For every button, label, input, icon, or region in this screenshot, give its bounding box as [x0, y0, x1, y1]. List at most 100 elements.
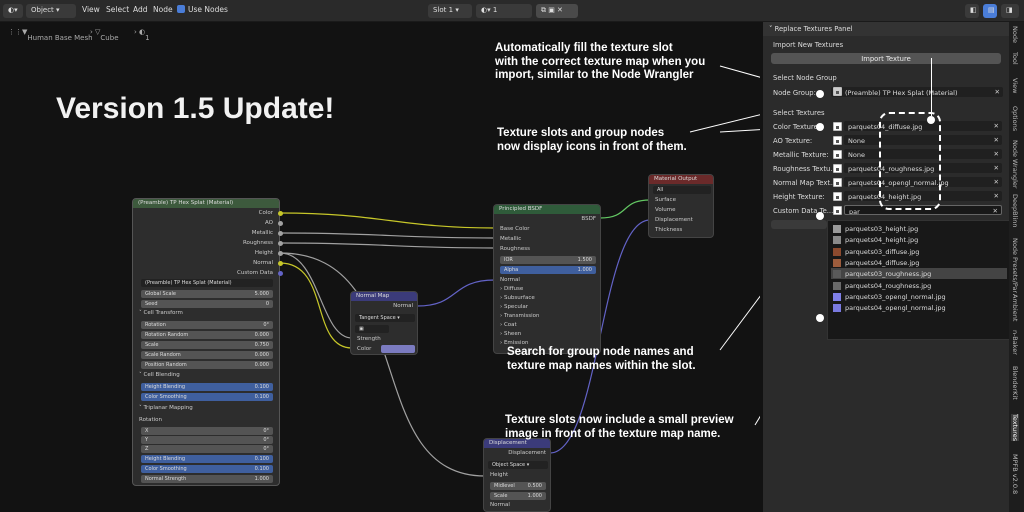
search-result-item[interactable]: parquets04_diffuse.jpg [831, 257, 1007, 268]
uv-map-field[interactable]: ▣ [355, 325, 389, 333]
seed-field[interactable]: Seed 0 [141, 300, 273, 308]
sidebar-tab[interactable]: Textures [1011, 414, 1019, 442]
mode-dropdown[interactable]: Object ▾ [26, 4, 76, 18]
panel-sheen[interactable]: › Sheen [500, 331, 521, 337]
use-nodes-toggle[interactable]: Use Nodes [177, 5, 228, 14]
clear-icon[interactable]: ✕ [993, 207, 998, 214]
sidebar-tab[interactable]: Tool [1011, 52, 1019, 65]
texture-preview-icon[interactable] [833, 206, 842, 215]
clear-icon[interactable]: ✕ [994, 164, 999, 172]
space-dropdown[interactable]: Tangent Space ▾ [355, 314, 415, 322]
panel-subsurface[interactable]: › Subsurface [500, 295, 535, 301]
alpha-field[interactable]: Alpha 1.000 [500, 266, 596, 274]
group-datablock[interactable]: (Preamble) TP Hex Splat (Material) [141, 279, 273, 287]
search-result-item[interactable]: parquets03_height.jpg [831, 223, 1007, 234]
socket[interactable] [278, 211, 283, 216]
menu-select[interactable]: Select [106, 5, 129, 14]
panel-diffuse[interactable]: › Diffuse [500, 286, 523, 292]
rotation-y-field[interactable]: Y 0° [141, 436, 273, 444]
global-scale-field[interactable]: Global Scale 5.000 [141, 290, 273, 298]
rotation-x-field[interactable]: X 0° [141, 427, 273, 435]
rotation-random-field[interactable]: Rotation Random 0.000 [141, 331, 273, 339]
socket[interactable] [278, 261, 283, 266]
scale-field[interactable]: Scale 1.000 [490, 492, 546, 500]
sidebar-tab[interactable]: Node Presets/Par [1011, 238, 1019, 293]
texture-preview-icon[interactable] [833, 150, 842, 159]
panel-coat[interactable]: › Coat [500, 322, 517, 328]
slot-dropdown[interactable]: Slot 1 ▾ [428, 4, 472, 18]
sidebar-tab[interactable]: MPFB v2.0.8 [1011, 454, 1019, 494]
sidebar-tab[interactable]: Node [1011, 26, 1019, 43]
socket[interactable] [278, 271, 283, 276]
material-dropdown[interactable]: ◐▾ 1 [476, 4, 532, 18]
sidebar-tab[interactable]: View [1011, 78, 1019, 93]
group-node-header[interactable]: (Preamble) TP Hex Splat (Material) [133, 199, 279, 208]
texture-preview-icon[interactable] [833, 136, 842, 145]
sidebar-toggle-icon[interactable]: ◨ [1001, 4, 1019, 18]
menu-add[interactable]: Add [133, 5, 148, 14]
menu-view[interactable]: View [82, 5, 100, 14]
normal-strength-field[interactable]: Normal Strength 1.000 [141, 475, 273, 483]
sidebar-tab[interactable]: DeepBlinn [1011, 194, 1019, 227]
space-dropdown[interactable]: Object Space ▾ [488, 461, 548, 469]
clear-icon[interactable]: ✕ [994, 136, 999, 144]
search-result-item[interactable]: parquets04_opengl_normal.jpg [831, 302, 1007, 313]
texture-preview-icon[interactable] [833, 178, 842, 187]
rotation-field[interactable]: Rotation 0° [141, 321, 273, 329]
bsdf-header[interactable]: Principled BSDF [494, 205, 600, 214]
tri-color-smoothing-field[interactable]: Color Smoothing 0.100 [141, 465, 273, 473]
texture-slot-value: par [849, 207, 860, 215]
clear-icon[interactable]: ✕ [994, 178, 999, 186]
search-result-item[interactable]: parquets03_diffuse.jpg [831, 246, 1007, 257]
color-smoothing-field[interactable]: Color Smoothing 0.100 [141, 393, 273, 401]
panel-transmission[interactable]: › Transmission [500, 313, 539, 319]
target-dropdown[interactable]: All [653, 186, 711, 194]
socket[interactable] [278, 241, 283, 246]
search-result-item[interactable]: parquets03_opengl_normal.jpg [831, 291, 1007, 302]
panel-specular[interactable]: › Specular [500, 304, 528, 310]
position-random-field[interactable]: Position Random 0.000 [141, 361, 273, 369]
tri-height-blending-field[interactable]: Height Blending 0.100 [141, 455, 273, 463]
group-node[interactable]: (Preamble) TP Hex Splat (Material) Color… [132, 198, 280, 486]
texture-preview-icon[interactable] [833, 164, 842, 173]
ior-field[interactable]: IOR 1.500 [500, 256, 596, 264]
cell-transform-header[interactable]: ˅ Cell Transform [139, 310, 183, 316]
texture-preview-icon[interactable] [833, 122, 842, 131]
material-actions[interactable]: ⧉ ▣ ✕ [536, 4, 578, 18]
material-output-header[interactable]: Material Output [649, 175, 713, 184]
triplanar-header[interactable]: ˅ Triplanar Mapping [139, 405, 193, 411]
overlay-icon[interactable]: ◧ [965, 4, 979, 18]
field-value: 0.000 [254, 352, 269, 358]
scale-field[interactable]: Scale 0.750 [141, 341, 273, 349]
editor-type-dropdown[interactable]: ◐▾ [3, 4, 23, 18]
displacement-node[interactable]: Displacement Displacement Object Space ▾… [483, 438, 551, 512]
color-swatch[interactable] [381, 345, 415, 353]
socket[interactable] [278, 251, 283, 256]
clear-icon[interactable]: ✕ [994, 192, 999, 200]
scale-random-field[interactable]: Scale Random 0.000 [141, 351, 273, 359]
normal-map-header[interactable]: Normal Map [351, 292, 417, 301]
cell-blending-header[interactable]: ˅ Cell Blending [139, 372, 180, 378]
texture-preview-icon[interactable] [833, 192, 842, 201]
roughness-label: Roughness [500, 246, 531, 252]
search-result-item[interactable]: parquets03_roughness.jpg [831, 268, 1007, 280]
midlevel-field[interactable]: Midlevel 0.500 [490, 482, 546, 490]
height-blending-field[interactable]: Height Blending 0.100 [141, 383, 273, 391]
rotation-z-field[interactable]: Z 0° [141, 445, 273, 453]
menu-node[interactable]: Node [153, 5, 173, 14]
search-result-item[interactable]: parquets04_roughness.jpg [831, 280, 1007, 291]
search-result-item[interactable]: parquets04_height.jpg [831, 234, 1007, 245]
socket[interactable] [278, 221, 283, 226]
sidebar-tab[interactable]: Node Wrangler [1011, 140, 1019, 189]
material-output-node[interactable]: Material Output All Surface Volume Displ… [648, 174, 714, 238]
principled-bsdf-node[interactable]: Principled BSDF BSDF Base Color Metallic… [493, 204, 601, 354]
clear-icon[interactable]: ✕ [994, 122, 999, 130]
normal-map-node[interactable]: Normal Map Normal Tangent Space ▾ ▣ Stre… [350, 291, 418, 355]
toggle-icon[interactable]: ▤ [983, 4, 997, 18]
sidebar-tab[interactable]: BlenderKit [1011, 366, 1019, 400]
sidebar-tab[interactable]: n-Baker [1011, 330, 1019, 355]
sidebar-tab[interactable]: Ambient [1011, 294, 1019, 321]
socket[interactable] [278, 231, 283, 236]
sidebar-tab[interactable]: Options [1011, 106, 1019, 131]
clear-icon[interactable]: ✕ [994, 150, 999, 158]
